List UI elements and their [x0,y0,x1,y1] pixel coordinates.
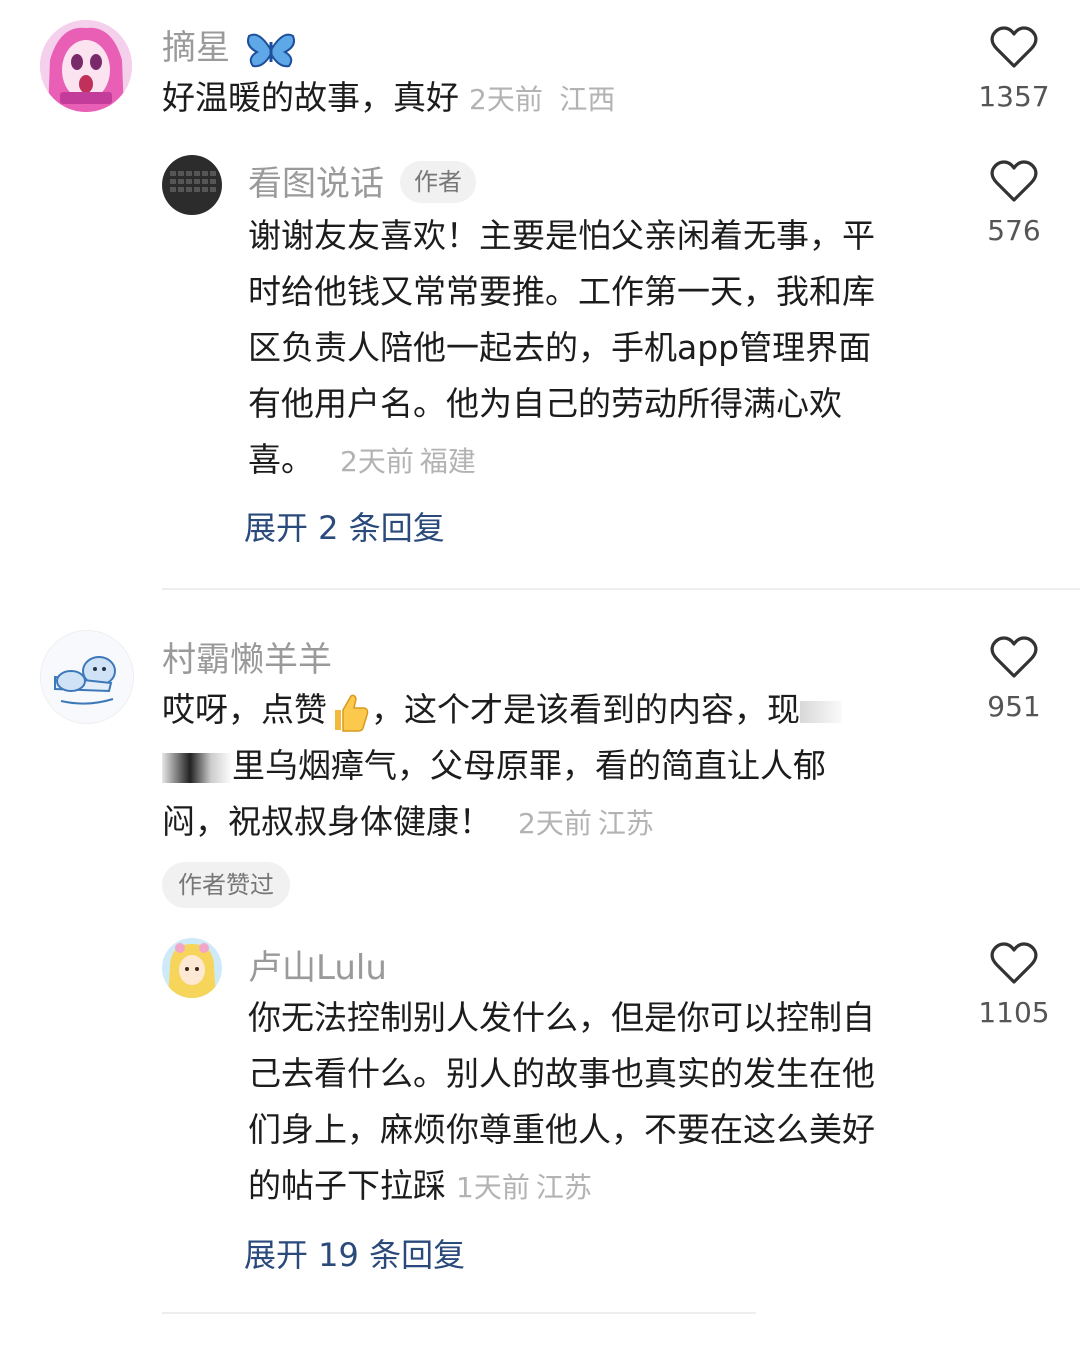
reply-text[interactable]: 你无法控制别人发什么，但是你可以控制自 己去看什么。别人的故事也真实的发生在他 … [248,990,968,1216]
username[interactable]: 村霸懒羊羊 [162,632,332,681]
reply-like-button[interactable]: 576 [954,160,1074,247]
avatar[interactable] [40,630,134,724]
username[interactable]: 摘星 [162,20,297,70]
divider [162,588,1080,590]
reply-username[interactable]: 卢山Lulu [248,940,387,989]
username-text: 村霸懒羊羊 [162,640,332,680]
reply-like-button[interactable]: 1105 [954,942,1074,1029]
comment-time: 2天前 [469,83,543,116]
heart-icon [990,942,1038,984]
avatar-image [41,631,133,723]
butterfly-icon [246,33,295,67]
reply-text[interactable]: 谢谢友友喜欢！主要是怕父亲闲着无事，平 时给他钱又常常要推。工作第一天，我和库 … [248,208,968,490]
expand-replies-button[interactable]: 展开 19 条回复 [244,1230,465,1276]
avatar-image [162,938,222,998]
blur-patch [162,752,232,783]
reply-time: 1天前 [456,1171,530,1204]
like-count: 576 [987,214,1041,247]
author-liked-badge: 作者赞过 [162,862,290,908]
reply-username-text: 看图说话 [248,164,384,204]
comment-text[interactable]: 哎呀，点赞 ，这个才是该看到的内容，现 里乌烟瘴气，父母原罪，看的简直让人郁 闷… [162,682,942,852]
keyboard-avatar-image [162,155,222,215]
heart-icon [990,160,1038,202]
heart-icon [990,26,1038,68]
like-count: 1357 [978,80,1050,113]
reply-username-text: 卢山Lulu [248,948,387,988]
reply-avatar[interactable] [162,155,222,215]
reply-location: 福建 [419,445,476,478]
like-button[interactable]: 951 [954,636,1074,723]
username-text: 摘星 [162,28,230,68]
divider [162,1312,756,1314]
avatar-image [40,20,132,112]
thumbs-up-emoji-icon [335,694,369,732]
like-count: 1105 [978,996,1050,1029]
like-button[interactable]: 1357 [954,26,1074,113]
author-badge: 作者 [400,160,476,203]
comment-location: 江苏 [597,807,654,840]
avatar[interactable] [40,20,132,112]
like-count: 951 [987,690,1041,723]
expand-replies-button[interactable]: 展开 2 条回复 [244,503,445,549]
reply-location: 江苏 [535,1171,592,1204]
heart-icon [990,636,1038,678]
reply-username[interactable]: 看图说话 作者 [248,156,476,207]
blur-patch [800,700,842,723]
reply-time: 2天前 [340,445,414,478]
comment-text[interactable]: 好温暖的故事，真好 2天前 江西 [162,70,942,128]
comment-time: 2天前 [518,807,592,840]
comment-location: 江西 [559,83,616,116]
reply-avatar[interactable] [162,938,222,998]
